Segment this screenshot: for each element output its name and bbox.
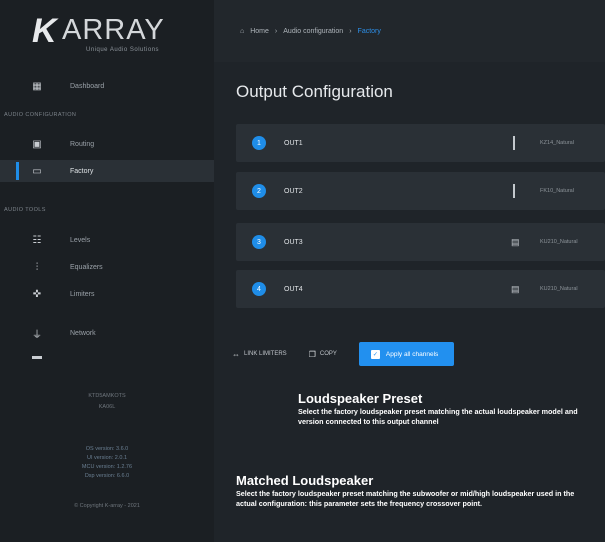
logo-wordmark: ARRAY <box>62 14 165 46</box>
section-label-audio-tools: AUDIO TOOLS <box>4 207 46 213</box>
sidebar-item-label: Routing <box>70 140 95 148</box>
os-version: OS version: 3.6.0 <box>85 446 129 452</box>
sidebar-item-label: Limiters <box>70 290 95 298</box>
ui-version: UI version: 2.0.1 <box>86 455 128 461</box>
breadcrumb-home[interactable]: Home <box>250 28 269 35</box>
network-icon: ⏚ <box>32 329 42 341</box>
sidebar-item-label: Equalizers <box>70 263 103 271</box>
tooltip-description: Select the factory loudspeaker preset ma… <box>236 489 575 508</box>
sidebar-item-routing[interactable]: ▣ Routing <box>0 133 214 155</box>
sidebar-item-label: Factory <box>70 167 94 175</box>
sidebar-item-equalizers[interactable]: ⫶ Equalizers <box>0 256 214 278</box>
sidebar-item-levels[interactable]: ☷ Levels <box>0 229 214 251</box>
link-limiters-toggle[interactable]: ⇔ LINK LIMITERS <box>232 350 287 359</box>
breadcrumb-audio-configuration[interactable]: Audio configuration <box>283 28 343 35</box>
page-title: Output Configuration <box>236 82 393 101</box>
copy-button[interactable]: ❐ COPY <box>309 350 337 359</box>
output-name: OUT4 <box>284 285 303 293</box>
copy-label: COPY <box>319 351 337 357</box>
tooltip-description: Select the factory loudspeaker preset ma… <box>298 407 578 426</box>
output-number-badge: 4 <box>252 282 266 296</box>
subwoofer-icon: ▤ <box>511 283 520 294</box>
sidebar-item-dashboard[interactable]: ▦ Dashboard <box>0 75 214 97</box>
mcu-version: MCU version: 1.2.76 <box>81 464 133 470</box>
copy-icon: ❐ <box>308 349 316 359</box>
apply-all-label: Apply all channels <box>385 350 439 358</box>
logo-mark: K <box>32 12 57 50</box>
main-content: Output Configuration 1 OUT1 KZ14_Natural… <box>214 62 605 542</box>
sidebar-item-factory[interactable]: ▭ Factory <box>0 160 214 182</box>
output-number-badge: 2 <box>252 184 266 198</box>
equalizer-icon: ⫶ <box>35 261 39 273</box>
sidebar-item-more[interactable]: ▬ <box>0 345 214 367</box>
output-name: OUT1 <box>284 139 303 147</box>
limiter-icon: ✜ <box>32 288 42 300</box>
output-name: OUT3 <box>284 238 303 246</box>
copyright: © Copyright K-array - 2021 <box>74 503 140 509</box>
k-array-logo[interactable]: K ARRAY Unique Audio Solutions <box>32 12 202 62</box>
output-number-badge: 1 <box>252 136 266 150</box>
subwoofer-icon: ▤ <box>511 236 520 247</box>
output-row-out3[interactable]: 3 OUT3 ▤ KU210_Natural <box>236 223 605 261</box>
output-controls: ⇔ LINK LIMITERS ❐ COPY ✓ Apply all chann… <box>232 342 455 366</box>
breadcrumb: ⌂ Home › Audio configuration › Factory <box>240 28 381 35</box>
link-icon: ⇔ <box>232 349 240 359</box>
breadcrumb-separator: › <box>349 27 352 35</box>
sidebar-item-label: Levels <box>70 236 91 244</box>
output-preset[interactable]: FK10_Natural <box>540 188 574 194</box>
output-preset[interactable]: KZ14_Natural <box>540 140 574 146</box>
routing-icon: ▣ <box>32 138 42 150</box>
section-label-audio-configuration: AUDIO CONFIGURATION <box>4 112 77 118</box>
loudspeaker-preset-tooltip: Loudspeaker Preset Select the factory lo… <box>298 392 603 427</box>
output-name: OUT2 <box>284 187 303 195</box>
dsp-version: Dsp version: 6.6.0 <box>84 473 130 479</box>
sidebar-item-limiters[interactable]: ✜ Limiters <box>0 283 214 305</box>
device-id: KTD5AMKOTS <box>88 393 126 399</box>
sidebar: K ARRAY Unique Audio Solutions ▦ Dashboa… <box>0 0 214 542</box>
sidebar-item-label: Dashboard <box>70 82 105 90</box>
apply-all-channels-button[interactable]: ✓ Apply all channels <box>358 342 455 366</box>
output-row-out4[interactable]: 4 OUT4 ▤ KU210_Natural <box>236 270 605 308</box>
dashboard-icon: ▦ <box>32 80 42 92</box>
device-model: KA06L <box>98 404 116 410</box>
link-limiters-label: LINK LIMITERS <box>244 351 287 357</box>
output-row-out1[interactable]: 1 OUT1 KZ14_Natural <box>236 124 605 162</box>
tooltip-title: Loudspeaker Preset <box>298 391 423 406</box>
sidebar-item-label: Network <box>70 329 96 337</box>
breadcrumb-factory: Factory <box>357 27 381 35</box>
speaker-icon <box>513 136 515 150</box>
apply-icon: ✓ <box>370 349 380 359</box>
breadcrumb-separator: › <box>274 27 278 35</box>
output-number-badge: 3 <box>252 235 266 249</box>
factory-icon: ▭ <box>32 165 42 177</box>
header-bar: ⌂ Home › Audio configuration › Factory <box>214 0 605 62</box>
minus-icon: ▬ <box>32 350 42 362</box>
home-icon[interactable]: ⌂ <box>240 28 244 35</box>
logo-tagline: Unique Audio Solutions <box>86 47 160 53</box>
output-row-out2[interactable]: 2 OUT2 FK10_Natural <box>236 172 605 210</box>
matched-loudspeaker-tooltip: Matched Loudspeaker Select the factory l… <box>236 474 576 509</box>
output-preset[interactable]: KU210_Natural <box>540 239 578 245</box>
levels-icon: ☷ <box>32 234 42 246</box>
tooltip-title: Matched Loudspeaker <box>236 473 374 488</box>
speaker-icon <box>513 184 515 198</box>
sidebar-item-network[interactable]: ⏚ Network <box>0 322 214 344</box>
output-preset[interactable]: KU210_Natural <box>540 286 578 292</box>
